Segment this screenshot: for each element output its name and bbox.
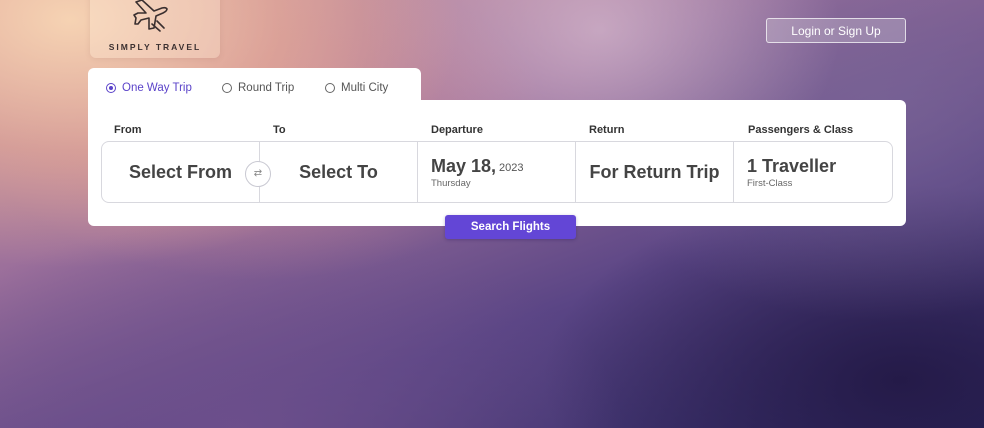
return-label: Return	[589, 124, 625, 136]
trip-option-round-trip[interactable]: Round Trip	[222, 82, 294, 94]
search-fields: Select From ⇄ Select To May 18, 2023 Thu…	[101, 141, 893, 203]
departure-field[interactable]: May 18, 2023 Thursday	[418, 142, 576, 202]
trip-option-one-way[interactable]: One Way Trip	[106, 82, 192, 94]
to-label: To	[273, 124, 286, 136]
passengers-field[interactable]: 1 Traveller First-Class	[734, 142, 892, 202]
radio-icon[interactable]	[222, 83, 232, 93]
departure-weekday: Thursday	[431, 178, 471, 189]
login-signup-button[interactable]: Login or Sign Up	[766, 18, 906, 43]
from-field[interactable]: Select From ⇄	[102, 142, 271, 202]
from-value: Select From	[128, 162, 233, 182]
departure-label: Departure	[431, 124, 483, 136]
airplane-icon	[133, 0, 168, 32]
brand-logo[interactable]: SIMPLY TRAVEL	[90, 0, 220, 58]
search-flights-button[interactable]: Search Flights	[445, 215, 576, 239]
departure-year: 2023	[499, 162, 524, 174]
trip-option-multi-city[interactable]: Multi City	[325, 82, 388, 94]
flight-search-panel: From To Departure Return Passengers & Cl…	[88, 100, 906, 226]
swap-arrows-icon[interactable]: ⇄	[245, 161, 271, 187]
passengers-label: Passengers & Class	[748, 124, 854, 136]
return-value: For Return Trip	[589, 162, 720, 182]
departure-date: May 18,	[431, 156, 497, 176]
travel-class: First-Class	[747, 178, 793, 189]
radio-selected-icon[interactable]	[106, 83, 116, 93]
trip-option-label: Round Trip	[238, 82, 295, 94]
from-label: From	[114, 124, 142, 136]
traveller-count: 1 Traveller	[747, 156, 837, 176]
brand-name: SIMPLY TRAVEL	[108, 42, 202, 52]
to-value: Select To	[299, 162, 378, 182]
to-field[interactable]: Select To	[260, 142, 418, 202]
trip-option-label: Multi City	[341, 82, 389, 94]
trip-option-label: One Way Trip	[122, 82, 192, 94]
return-field[interactable]: For Return Trip	[576, 142, 734, 202]
radio-icon[interactable]	[325, 83, 335, 93]
